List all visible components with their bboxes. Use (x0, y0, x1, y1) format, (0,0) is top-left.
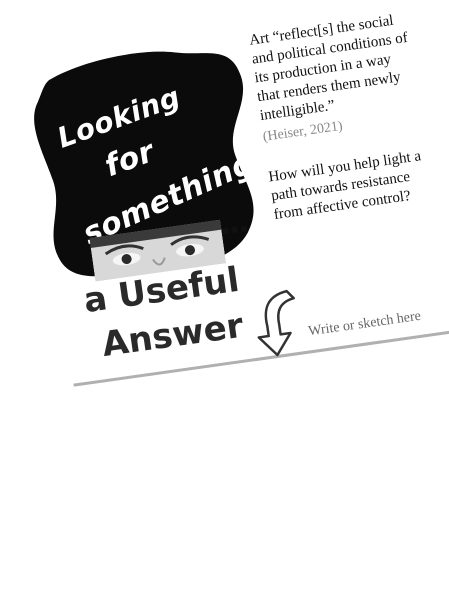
ellipsis-dots: ... (216, 204, 250, 243)
write-or-sketch-prompt: Write or sketch here (307, 308, 422, 340)
reflection-question: How will you help light a path towards r… (267, 148, 423, 224)
poster-page: Looking for something? ... a Useful Answ… (0, 0, 449, 598)
tilted-poster: Looking for something? ... a Useful Answ… (0, 0, 449, 450)
curved-down-arrow-icon (246, 284, 306, 362)
text-column: Art “reflect[s] the social and political… (248, 10, 434, 225)
